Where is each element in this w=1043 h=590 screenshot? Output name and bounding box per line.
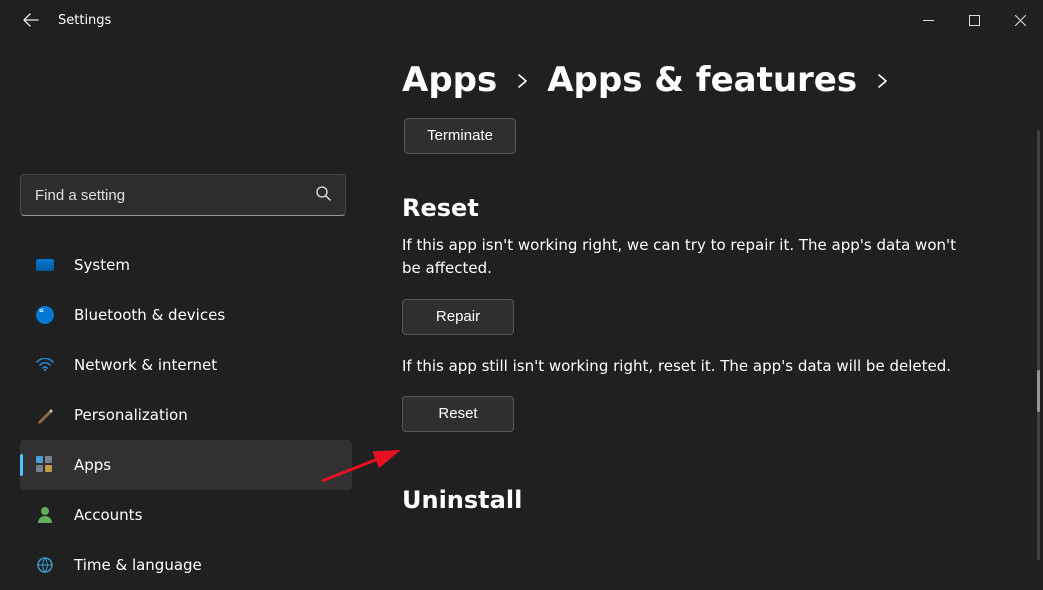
sidebar-item-label: Network & internet bbox=[74, 356, 217, 374]
search-box[interactable] bbox=[20, 174, 346, 216]
search-icon bbox=[315, 185, 331, 205]
sidebar: System ็ Bluetooth & devices Network & i… bbox=[0, 60, 360, 590]
title-bar-left: Settings bbox=[0, 11, 111, 29]
nav-list: System ็ Bluetooth & devices Network & i… bbox=[20, 240, 352, 590]
sidebar-item-network[interactable]: Network & internet bbox=[20, 340, 352, 390]
window-controls bbox=[905, 0, 1043, 40]
uninstall-section: Uninstall bbox=[402, 486, 1031, 514]
reset-section: Reset If this app isn't working right, w… bbox=[402, 194, 1031, 452]
minimize-button[interactable] bbox=[905, 0, 951, 40]
sidebar-item-label: Bluetooth & devices bbox=[74, 306, 225, 324]
close-button[interactable] bbox=[997, 0, 1043, 40]
scrollbar-thumb[interactable] bbox=[1037, 370, 1040, 412]
apps-icon bbox=[34, 454, 56, 476]
repair-button[interactable]: Repair bbox=[402, 299, 514, 335]
sidebar-item-accounts[interactable]: Accounts bbox=[20, 490, 352, 540]
sidebar-item-personalization[interactable]: Personalization bbox=[20, 390, 352, 440]
terminate-button[interactable]: Terminate bbox=[404, 118, 516, 154]
sidebar-item-time-language[interactable]: Time & language bbox=[20, 540, 352, 590]
sidebar-item-apps[interactable]: Apps bbox=[20, 440, 352, 490]
content-area: Apps Apps & features Terminate Reset If … bbox=[402, 60, 1031, 582]
window-title: Settings bbox=[58, 13, 111, 28]
scrollbar-track[interactable] bbox=[1037, 130, 1040, 560]
personalization-icon bbox=[34, 404, 56, 426]
title-bar: Settings bbox=[0, 0, 1043, 40]
maximize-button[interactable] bbox=[951, 0, 997, 40]
sidebar-item-label: Apps bbox=[74, 456, 111, 474]
bluetooth-icon: ็ bbox=[34, 304, 56, 326]
breadcrumb-apps-features[interactable]: Apps & features bbox=[547, 60, 857, 100]
reset-button[interactable]: Reset bbox=[402, 396, 514, 432]
sidebar-item-label: Personalization bbox=[74, 406, 188, 424]
breadcrumb-apps[interactable]: Apps bbox=[402, 60, 497, 100]
sidebar-item-label: Accounts bbox=[74, 506, 142, 524]
chevron-right-icon bbox=[515, 71, 529, 95]
sidebar-item-label: Time & language bbox=[74, 556, 202, 574]
time-language-icon bbox=[34, 554, 56, 576]
accounts-icon bbox=[34, 504, 56, 526]
repair-description: If this app isn't working right, we can … bbox=[402, 234, 962, 281]
system-icon bbox=[34, 254, 56, 276]
reset-description: If this app still isn't working right, r… bbox=[402, 355, 962, 378]
breadcrumb: Apps Apps & features bbox=[402, 60, 1031, 100]
network-icon bbox=[34, 354, 56, 376]
uninstall-heading: Uninstall bbox=[402, 486, 1031, 514]
sidebar-item-label: System bbox=[74, 256, 130, 274]
search-input[interactable] bbox=[35, 187, 315, 204]
sidebar-item-bluetooth[interactable]: ็ Bluetooth & devices bbox=[20, 290, 352, 340]
chevron-right-icon bbox=[875, 71, 889, 95]
sidebar-item-system[interactable]: System bbox=[20, 240, 352, 290]
reset-heading: Reset bbox=[402, 194, 1031, 222]
back-icon[interactable] bbox=[22, 11, 40, 29]
